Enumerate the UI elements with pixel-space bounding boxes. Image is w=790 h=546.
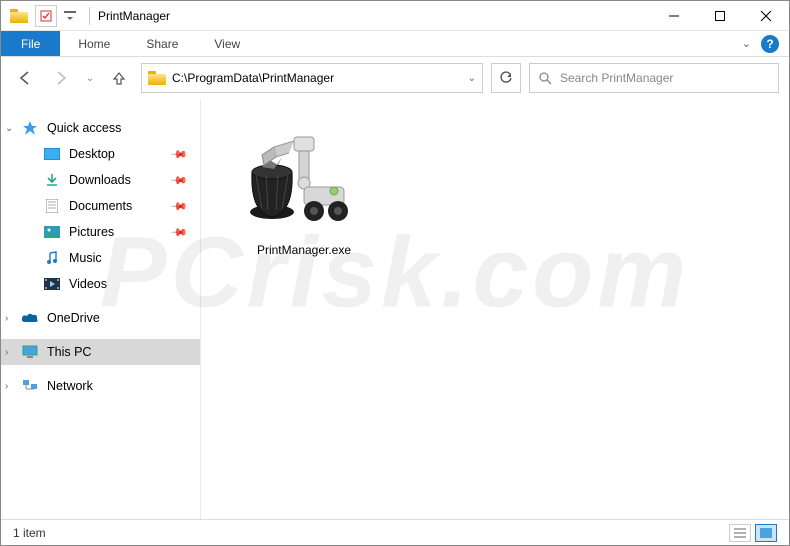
qat-properties-icon[interactable] — [35, 5, 57, 27]
sidebar-quick-access[interactable]: ⌄ Quick access — [1, 115, 200, 141]
window-title: PrintManager — [98, 9, 170, 23]
tab-home[interactable]: Home — [60, 31, 128, 56]
exe-file-icon — [234, 117, 374, 237]
minimize-button[interactable] — [651, 1, 697, 31]
sidebar-item-label: Network — [47, 379, 93, 393]
ribbon: File Home Share View ⌄ ? — [1, 31, 789, 57]
titlebar: PrintManager — [1, 1, 789, 31]
quick-access-toolbar — [35, 5, 81, 27]
tab-share[interactable]: Share — [128, 31, 196, 56]
folder-icon — [148, 71, 166, 85]
sidebar-network[interactable]: › Network — [1, 373, 200, 399]
pin-icon: 📌 — [170, 197, 189, 216]
up-button[interactable] — [105, 64, 133, 92]
this-pc-icon — [21, 344, 39, 360]
app-icon — [7, 4, 31, 28]
address-path: C:\ProgramData\PrintManager — [172, 71, 462, 85]
chevron-down-icon[interactable]: ⌄ — [5, 123, 13, 134]
item-count: 1 item — [13, 526, 46, 540]
documents-icon — [43, 198, 61, 214]
sidebar-item-documents[interactable]: Documents 📌 — [1, 193, 200, 219]
close-button[interactable] — [743, 1, 789, 31]
file-tab[interactable]: File — [1, 31, 60, 56]
videos-icon — [43, 276, 61, 292]
address-dropdown-icon[interactable]: ⌄ — [468, 73, 476, 84]
chevron-right-icon[interactable]: › — [5, 313, 8, 324]
tab-view[interactable]: View — [196, 31, 258, 56]
back-button[interactable] — [11, 64, 39, 92]
sidebar-item-label: Quick access — [47, 121, 121, 135]
titlebar-separator — [89, 7, 90, 25]
sidebar-onedrive[interactable]: › OneDrive — [1, 305, 200, 331]
help-button[interactable]: ? — [761, 35, 779, 53]
address-row: ⌄ C:\ProgramData\PrintManager ⌄ Search P… — [1, 57, 789, 99]
pin-icon: 📌 — [170, 171, 189, 190]
sidebar-item-downloads[interactable]: Downloads 📌 — [1, 167, 200, 193]
search-icon — [538, 71, 552, 85]
details-view-button[interactable] — [729, 524, 751, 542]
sidebar-item-label: Downloads — [69, 173, 131, 187]
main-area: ⌄ Quick access Desktop 📌 Downloads 📌 Doc… — [1, 99, 789, 519]
sidebar-item-label: Videos — [69, 277, 107, 291]
sidebar-item-label: OneDrive — [47, 311, 100, 325]
pin-icon: 📌 — [170, 145, 189, 164]
search-placeholder: Search PrintManager — [560, 71, 673, 85]
window-controls — [651, 1, 789, 31]
pin-icon: 📌 — [170, 223, 189, 242]
forward-button[interactable] — [47, 64, 75, 92]
ribbon-expand-icon[interactable]: ⌄ — [742, 37, 751, 50]
music-icon — [43, 250, 61, 266]
desktop-icon — [43, 146, 61, 162]
sidebar-item-music[interactable]: Music — [1, 245, 200, 271]
sidebar-item-label: This PC — [47, 345, 91, 359]
refresh-button[interactable] — [491, 63, 521, 93]
address-bar[interactable]: C:\ProgramData\PrintManager ⌄ — [141, 63, 483, 93]
qat-dropdown-icon[interactable] — [59, 5, 81, 27]
content-pane[interactable]: PrintManager.exe — [201, 99, 789, 519]
status-bar: 1 item — [1, 519, 789, 545]
navigation-pane: ⌄ Quick access Desktop 📌 Downloads 📌 Doc… — [1, 99, 201, 519]
large-icons-view-button[interactable] — [755, 524, 777, 542]
downloads-icon — [43, 172, 61, 188]
sidebar-item-label: Pictures — [69, 225, 114, 239]
recent-dropdown-icon[interactable]: ⌄ — [83, 64, 97, 92]
maximize-button[interactable] — [697, 1, 743, 31]
sidebar-item-label: Music — [69, 251, 102, 265]
sidebar-item-label: Desktop — [69, 147, 115, 161]
sidebar-this-pc[interactable]: › This PC — [1, 339, 200, 365]
network-icon — [21, 378, 39, 394]
chevron-right-icon[interactable]: › — [5, 381, 8, 392]
chevron-right-icon[interactable]: › — [5, 347, 8, 358]
file-label: PrintManager.exe — [219, 243, 389, 257]
sidebar-item-pictures[interactable]: Pictures 📌 — [1, 219, 200, 245]
quick-access-icon — [21, 120, 39, 136]
onedrive-icon — [21, 310, 39, 326]
sidebar-item-label: Documents — [69, 199, 132, 213]
sidebar-item-desktop[interactable]: Desktop 📌 — [1, 141, 200, 167]
file-item[interactable]: PrintManager.exe — [219, 117, 389, 257]
sidebar-item-videos[interactable]: Videos — [1, 271, 200, 297]
pictures-icon — [43, 224, 61, 240]
search-input[interactable]: Search PrintManager — [529, 63, 779, 93]
